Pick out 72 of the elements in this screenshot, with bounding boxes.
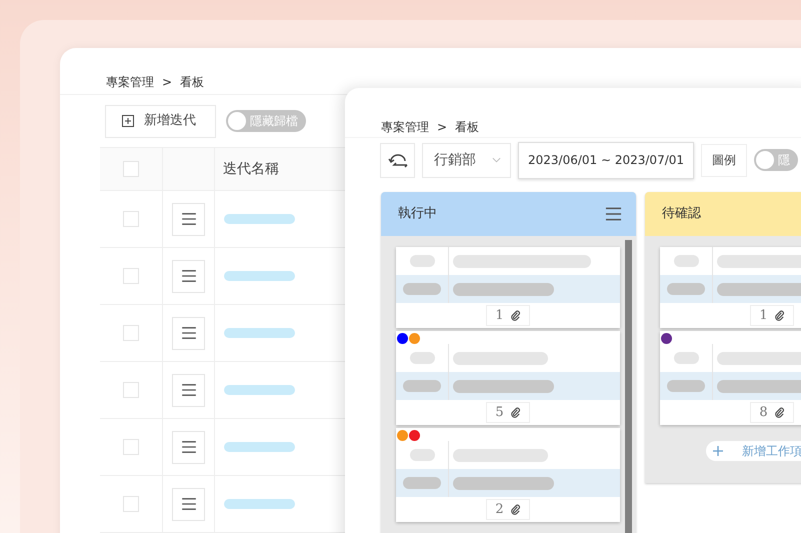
scrollbar[interactable] (625, 240, 632, 533)
paperclip-icon (774, 310, 785, 321)
department-select[interactable]: 行銷部 (422, 142, 511, 178)
placeholder-bar (667, 283, 705, 295)
menu-button[interactable] (172, 430, 205, 464)
placeholder-bar (410, 449, 434, 461)
task-card[interactable]: 8 (660, 331, 801, 425)
paperclip-icon (510, 504, 521, 515)
placeholder-bar (403, 477, 441, 489)
checkbox[interactable] (123, 325, 139, 341)
legend-button[interactable]: 圖例 (701, 144, 748, 176)
menu-button[interactable] (172, 374, 205, 406)
attachment-count[interactable]: 1 (486, 305, 530, 326)
task-card[interactable]: 1 (660, 247, 801, 328)
paperclip-icon (510, 407, 521, 418)
paperclip-icon (774, 407, 785, 418)
checkbox[interactable] (123, 382, 139, 398)
placeholder-bar (410, 352, 434, 364)
column-title: 執行中 (398, 205, 437, 224)
placeholder-bar (667, 380, 705, 392)
checkbox[interactable] (123, 268, 139, 284)
placeholder-bar (224, 499, 295, 509)
attachment-count[interactable]: 1 (750, 305, 794, 326)
task-card[interactable]: 1 (396, 247, 620, 328)
task-card[interactable]: 2 (396, 428, 620, 522)
placeholder-bar (403, 380, 441, 392)
menu-button[interactable] (172, 202, 205, 236)
menu-icon (180, 441, 196, 453)
placeholder-bar (674, 255, 698, 267)
placeholder-bar (410, 255, 434, 267)
placeholder-bar (224, 271, 295, 281)
checkbox[interactable] (123, 496, 139, 512)
menu-icon (180, 270, 196, 282)
checkbox[interactable] (123, 161, 139, 177)
menu-icon (180, 213, 196, 225)
breadcrumb-item[interactable]: 看板 (455, 118, 480, 136)
checkbox[interactable] (123, 439, 139, 455)
menu-icon (180, 498, 196, 510)
column-title: 待確認 (662, 205, 701, 224)
menu-icon (605, 207, 622, 221)
plus-box-icon (122, 115, 134, 127)
placeholder-bar (224, 385, 295, 395)
menu-button[interactable] (172, 316, 205, 350)
breadcrumb-item[interactable]: 看板 (180, 73, 204, 91)
placeholder-bar (224, 328, 295, 338)
menu-button[interactable] (172, 260, 205, 292)
plus-icon (713, 446, 723, 456)
toggle-label: 隱藏歸檔 (250, 113, 298, 130)
task-card[interactable]: 5 (396, 331, 620, 425)
breadcrumb-item[interactable]: 專案管理 (106, 73, 154, 91)
attachment-count[interactable]: 5 (486, 402, 530, 423)
checkbox[interactable] (123, 211, 139, 227)
menu-button[interactable] (172, 488, 205, 520)
breadcrumb-item: > (437, 119, 448, 136)
refresh-icon (388, 152, 408, 168)
placeholder-bar (403, 283, 441, 295)
paperclip-icon (510, 310, 521, 321)
column-header: 迭代名稱 (223, 160, 279, 178)
refresh-button[interactable] (380, 142, 415, 178)
attachment-count[interactable]: 2 (486, 499, 530, 520)
date-range-field[interactable]: 2023/06/01 ~ 2023/07/01 (518, 142, 694, 178)
placeholder-bar (224, 214, 295, 224)
breadcrumb-item: > (162, 74, 172, 91)
add-iteration-button[interactable]: 新增迭代 (105, 104, 216, 138)
placeholder-bar (674, 352, 698, 364)
chevron-down-icon (492, 157, 501, 163)
menu-icon (180, 384, 196, 396)
menu-icon (180, 327, 196, 339)
breadcrumb-item[interactable]: 專案管理 (381, 118, 429, 136)
placeholder-bar (224, 442, 295, 452)
toggle-label: 隱 (778, 152, 790, 169)
attachment-count[interactable]: 8 (750, 402, 794, 423)
